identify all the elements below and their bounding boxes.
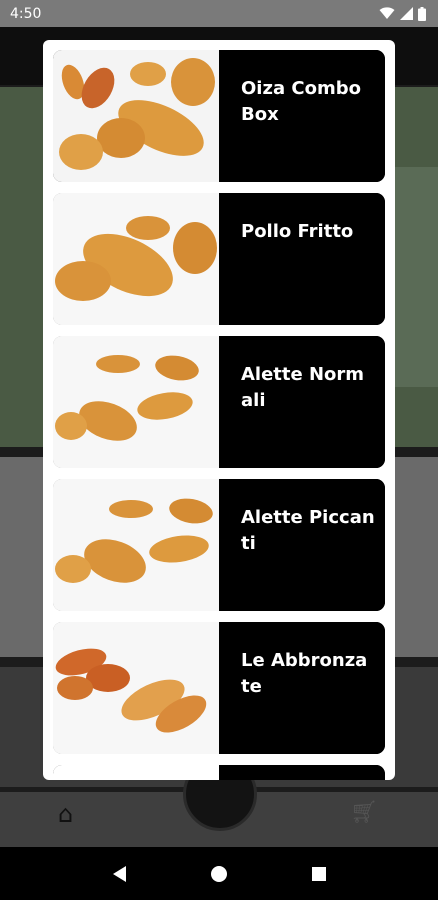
product-card[interactable]: Alette Normali (53, 336, 385, 468)
product-image (53, 622, 219, 754)
battery-icon (418, 6, 426, 21)
product-name: Alette Piccanti (219, 479, 385, 611)
bg-cart-icon: 🛒︎ (350, 800, 378, 825)
home-icon[interactable] (210, 865, 228, 883)
product-card[interactable]: Pollo Fritto (53, 193, 385, 325)
fried-chicken-combo-icon (59, 58, 215, 170)
product-image (53, 479, 219, 611)
recents-icon[interactable] (311, 866, 327, 882)
product-image (53, 336, 219, 468)
spicy-fried-wings-icon (53, 479, 219, 611)
product-card[interactable]: Oiza Combo Box (53, 50, 385, 182)
status-time: 4:50 (10, 5, 42, 22)
signal-icon (400, 7, 413, 20)
system-nav-bar (0, 847, 438, 900)
product-card[interactable]: Le Abbronzate (53, 622, 385, 754)
bg-home-icon: ⌂ (58, 800, 74, 828)
product-image (53, 193, 219, 325)
fried-wings-icon (53, 336, 219, 468)
wifi-icon (379, 7, 395, 19)
product-card[interactable]: Alette Piccanti (53, 479, 385, 611)
fried-chicken-drumsticks-icon (53, 193, 219, 325)
product-name: Alette Normali (219, 336, 385, 468)
product-card[interactable] (53, 765, 385, 780)
product-name: Le Abbronzate (219, 622, 385, 754)
status-bar: 4:50 (0, 0, 438, 27)
product-image (53, 50, 219, 182)
product-name: Oiza Combo Box (219, 50, 385, 182)
product-list: Oiza Combo Box Pollo Fritto Alette Norma… (53, 50, 385, 780)
product-modal: Oiza Combo Box Pollo Fritto Alette Norma… (43, 40, 395, 780)
status-icons (379, 6, 426, 21)
product-name (219, 765, 385, 780)
back-icon[interactable] (111, 865, 127, 883)
product-image (53, 765, 219, 780)
tanned-wings-icon (53, 622, 219, 754)
product-name: Pollo Fritto (219, 193, 385, 325)
